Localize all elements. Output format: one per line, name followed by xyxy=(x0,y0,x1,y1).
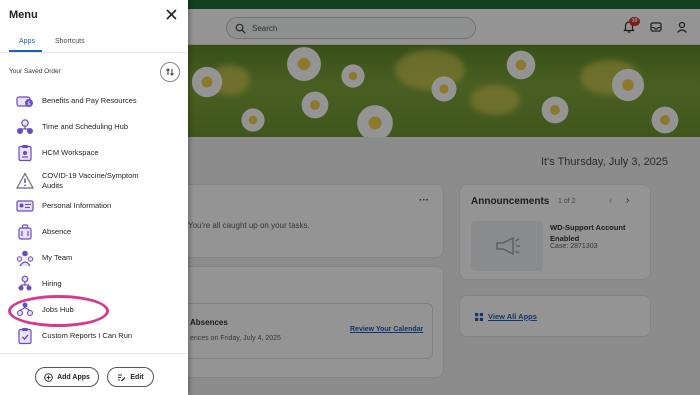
footer-divider xyxy=(0,353,188,354)
team-icon xyxy=(16,249,34,267)
saved-order-label: Your Saved Order xyxy=(9,68,61,75)
tab-shortcuts[interactable]: Shortcuts xyxy=(55,38,85,45)
app-label: Hiring xyxy=(42,279,62,288)
app-item-covid-audits[interactable]: COVID-19 Vaccine/Symptom Audits xyxy=(0,166,188,196)
app-item-hcm-workspace[interactable]: HCM Workspace xyxy=(0,140,188,166)
warning-icon xyxy=(16,172,34,190)
id-card-icon xyxy=(16,197,34,215)
report-icon xyxy=(16,327,34,345)
app-label: Benefits and Pay Resources xyxy=(42,96,137,105)
tabs-divider xyxy=(0,52,188,53)
time-hub-icon xyxy=(16,118,34,136)
edit-label: Edit xyxy=(130,373,144,381)
add-apps-label: Add Apps xyxy=(57,373,90,381)
jobs-hub-highlight-circle xyxy=(8,295,109,327)
benefits-icon: $ xyxy=(16,92,34,110)
app-label: My Team xyxy=(42,253,73,262)
app-label: Custom Reports I Can Run xyxy=(42,331,133,340)
tab-apps[interactable]: Apps xyxy=(19,38,35,45)
svg-text:$: $ xyxy=(27,101,31,107)
suitcase-icon xyxy=(16,223,34,241)
app-label: COVID-19 Vaccine/Symptom Audits xyxy=(42,171,139,190)
app-label: Personal Information xyxy=(42,201,112,210)
app-label: HCM Workspace xyxy=(42,148,99,157)
menu-drawer: Menu Apps Shortcuts Your Saved Order $ B… xyxy=(0,0,188,395)
app-item-benefits[interactable]: $ Benefits and Pay Resources xyxy=(0,88,188,114)
plus-circle-icon xyxy=(44,372,53,382)
edit-icon xyxy=(118,374,126,381)
app-item-personal-information[interactable]: Personal Information xyxy=(0,193,188,219)
app-label: Time and Scheduling Hub xyxy=(42,122,129,131)
close-icon[interactable] xyxy=(165,8,178,21)
menu-title: Menu xyxy=(9,9,38,21)
app-item-custom-reports[interactable]: Custom Reports I Can Run xyxy=(0,323,188,349)
app-item-hiring[interactable]: Hiring xyxy=(0,271,188,297)
edit-button[interactable]: Edit xyxy=(107,367,154,387)
app-item-time-scheduling[interactable]: Time and Scheduling Hub xyxy=(0,114,188,140)
add-apps-button[interactable]: Add Apps xyxy=(35,367,99,387)
app-item-my-team[interactable]: My Team xyxy=(0,245,188,271)
hiring-icon xyxy=(16,275,34,293)
app-item-absence[interactable]: Absence xyxy=(0,219,188,245)
app-label: Absence xyxy=(42,227,72,236)
clipboard-icon xyxy=(16,144,34,162)
reorder-button[interactable] xyxy=(160,62,180,82)
sort-arrows-icon xyxy=(166,68,174,76)
